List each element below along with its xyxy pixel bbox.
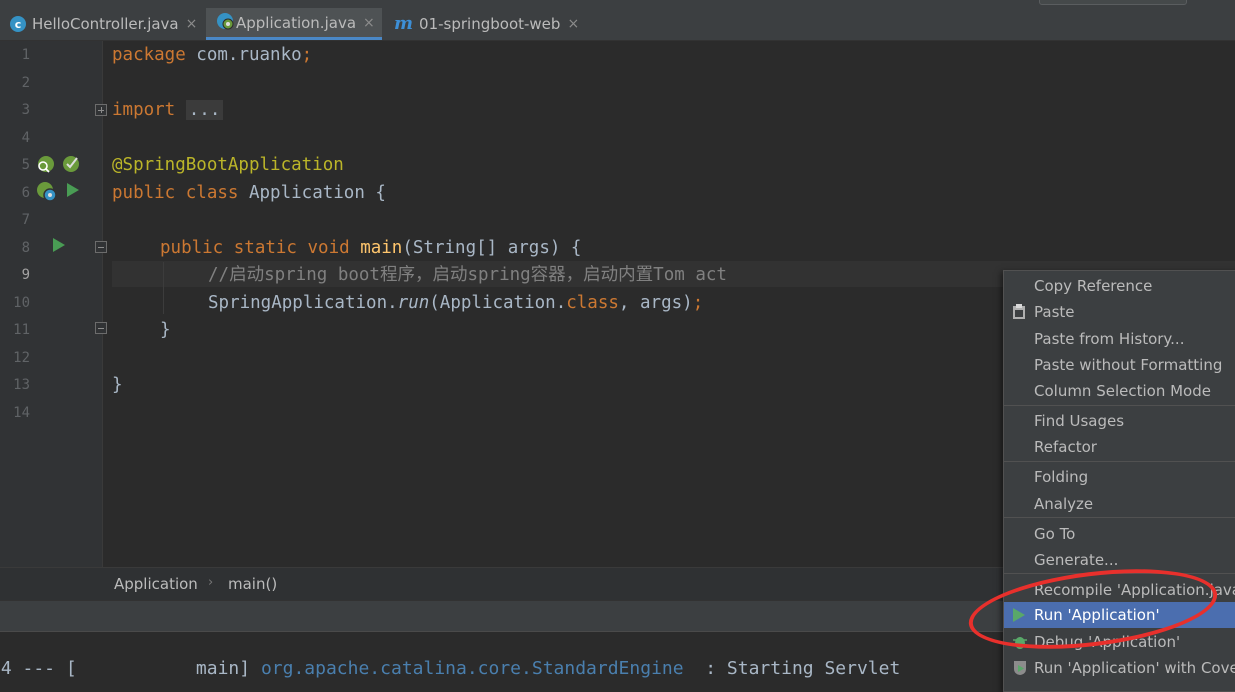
semicolon: ; (301, 45, 313, 65)
tab-pom[interactable]: m 01-springboot-web × (384, 8, 586, 40)
line-number: 12 (13, 350, 30, 366)
brace: } (160, 320, 171, 340)
line-number: 1 (21, 47, 30, 63)
keyword: public static void (160, 238, 350, 258)
console-line: 04 --- [ main] org.apache.catalina.core.… (0, 658, 900, 679)
code-text: (Application. (429, 293, 567, 313)
console-logger: org.apache.catalina.core.StandardEngine (260, 658, 684, 679)
breadcrumb-class[interactable]: Application (114, 575, 198, 593)
menu-item-label: Copy Reference (1034, 277, 1153, 295)
line-number: 9 (21, 267, 30, 283)
code-line-3: import ... (112, 97, 224, 123)
brace: } (112, 375, 123, 395)
code-text: SpringApplication. (208, 293, 398, 313)
menu-item-label: Paste (1034, 303, 1075, 321)
line-number: 14 (13, 405, 30, 421)
line-number: 5 (21, 157, 30, 173)
menu-item-column-selection-mode[interactable]: Column Selection Mode (1004, 378, 1235, 404)
close-icon[interactable]: × (363, 15, 375, 31)
breadcrumb-method[interactable]: main() (228, 575, 277, 593)
line-number: 8 (21, 240, 30, 256)
maven-m-icon: m (394, 13, 414, 34)
code-text: (String[] args) { (402, 238, 582, 258)
menu-item-paste-from-history[interactable]: Paste from History... (1004, 326, 1235, 352)
line-number: 2 (21, 75, 30, 91)
code-text: , args) (618, 293, 693, 313)
menu-item-find-usages[interactable]: Find Usages (1004, 408, 1235, 434)
menu-item-label: Folding (1034, 468, 1089, 486)
class-c-icon: c (10, 16, 26, 32)
folded-imports[interactable]: ... (185, 100, 224, 120)
spring-bean-nav-icon[interactable] (36, 181, 58, 207)
menu-separator (1004, 405, 1235, 406)
menu-item-label: Find Usages (1034, 412, 1125, 430)
menu-item-refactor[interactable]: Refactor (1004, 434, 1235, 460)
menu-item-label: Paste from History... (1034, 330, 1185, 348)
code-line-14: } (112, 372, 123, 398)
console-message: : Starting Servlet (683, 658, 901, 679)
clipboard-icon (1012, 304, 1026, 324)
run-gutter-icon[interactable] (52, 237, 66, 257)
menu-item-copy-reference[interactable]: Copy Reference (1004, 273, 1235, 299)
run-gutter-icon[interactable] (66, 182, 80, 202)
line-number: 3 (21, 102, 30, 118)
keyword: package (112, 45, 186, 65)
tab-application[interactable]: Application.java × (206, 8, 382, 40)
keyword: class (566, 293, 619, 313)
menu-separator (1004, 461, 1235, 462)
code-line-10: //启动spring boot程序，启动spring容器，启动内置Tom act (208, 262, 727, 288)
annotation: @SpringBootApplication (112, 155, 344, 175)
code-line-9: public static void main(String[] args) { (160, 235, 581, 261)
console-prefix: 04 --- [ (0, 658, 77, 679)
static-method: run (397, 293, 430, 313)
line-number: 10 (13, 295, 30, 311)
spring-class-icon (216, 12, 234, 34)
keyword: import (112, 100, 176, 120)
code-text: Application { (238, 183, 386, 203)
line-number: 11 (13, 322, 30, 338)
close-icon[interactable]: × (567, 16, 579, 32)
chevron-right-icon: › (208, 575, 214, 590)
menu-item-label: Analyze (1034, 495, 1094, 513)
spring-boot-icon[interactable] (62, 153, 82, 177)
tab-label: HelloController.java (32, 15, 179, 33)
tab-label: 01-springboot-web (419, 15, 561, 33)
menu-item-label: Generate... (1034, 551, 1119, 569)
search-field[interactable] (1039, 0, 1187, 5)
line-number: 6 (21, 185, 30, 201)
spring-beans-icon[interactable] (36, 154, 56, 178)
code-line-7: public class Application { (112, 180, 386, 206)
method-name: main (360, 238, 403, 258)
menu-separator (1004, 517, 1235, 518)
console-thread: main] (76, 658, 261, 679)
keyword: public class (112, 183, 239, 203)
menu-item-label: Run 'Application' with Coverage (1034, 659, 1235, 677)
tab-label: Application.java (236, 13, 357, 32)
line-number: 13 (13, 377, 30, 393)
close-icon[interactable]: × (186, 16, 198, 32)
line-number: 4 (21, 130, 30, 146)
menu-item-go-to[interactable]: Go To (1004, 521, 1235, 547)
coverage-icon (1012, 660, 1028, 680)
code-line-6: @SpringBootApplication (112, 152, 344, 178)
menu-item-paste-without-formatting[interactable]: Paste without Formatting (1004, 352, 1235, 378)
editor-tab-bar: c HelloController.java × Application.jav… (0, 0, 1235, 41)
menu-item-folding[interactable]: Folding (1004, 464, 1235, 490)
menu-item-label: Paste without Formatting (1034, 356, 1223, 374)
menu-item-label: Refactor (1034, 438, 1097, 456)
code-line-11: SpringApplication.run(Application.class,… (208, 290, 703, 316)
menu-item-paste[interactable]: Paste (1004, 299, 1235, 325)
tab-hellocontroller[interactable]: c HelloController.java × (0, 8, 204, 40)
menu-item-label: Go To (1034, 525, 1076, 543)
menu-item-run-with-coverage[interactable]: Run 'Application' with Coverage (1004, 655, 1235, 681)
line-number: 7 (21, 212, 30, 228)
indent-guide (163, 262, 164, 314)
menu-item-label: Column Selection Mode (1034, 382, 1211, 400)
code-line-12: } (160, 317, 171, 343)
semicolon: ; (692, 293, 704, 313)
code-text: com.ruanko (185, 45, 302, 65)
code-line-1: package com.ruanko; (112, 42, 312, 68)
comment: //启动spring boot程序，启动spring容器，启动内置Tom act (208, 265, 727, 285)
menu-item-analyze[interactable]: Analyze (1004, 491, 1235, 517)
